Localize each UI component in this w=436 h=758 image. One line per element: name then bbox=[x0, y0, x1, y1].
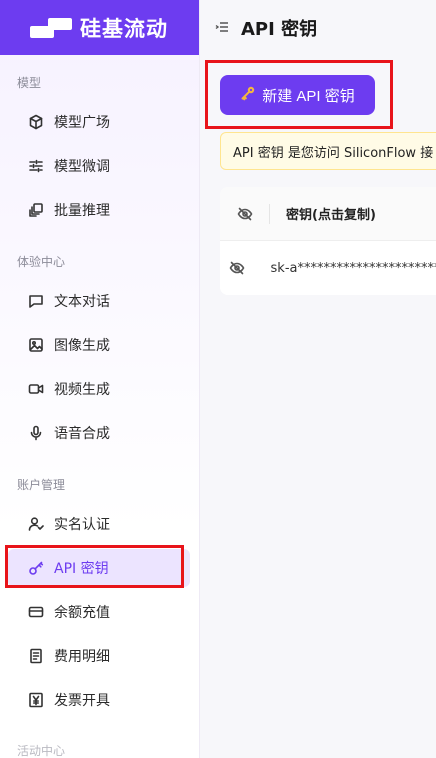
api-keys-table: 密钥(点击复制) sk-a************************* bbox=[220, 187, 436, 295]
topbar: API 密钥 bbox=[200, 0, 436, 55]
video-icon bbox=[27, 380, 45, 398]
doc-icon bbox=[27, 647, 45, 665]
section-title-experience: 体验中心 bbox=[17, 255, 66, 269]
yen-icon bbox=[27, 691, 45, 709]
sidebar-item-label: 费用明细 bbox=[54, 649, 110, 665]
sidebar-item-label: 模型广场 bbox=[54, 115, 110, 131]
sidebar-item-label: 文本对话 bbox=[54, 294, 110, 310]
sliders-icon bbox=[27, 157, 45, 175]
sidebar-item-speech-synthesis[interactable]: 语音合成 bbox=[8, 414, 190, 452]
section-title-activity: 活动中心 bbox=[17, 744, 66, 758]
api-key-value[interactable]: sk-a************************* bbox=[255, 261, 436, 276]
table-header: 密钥(点击复制) bbox=[220, 187, 436, 241]
image-icon bbox=[27, 336, 45, 354]
section-title-models: 模型 bbox=[17, 76, 42, 90]
sidebar-item-label: API 密钥 bbox=[54, 561, 109, 577]
sidebar-item-recharge[interactable]: 余额充值 bbox=[8, 593, 190, 631]
sidebar-item-identity-verification[interactable]: 实名认证 bbox=[8, 505, 190, 543]
sidebar-item-text-chat[interactable]: 文本对话 bbox=[8, 282, 190, 320]
sidebar-item-billing[interactable]: 费用明细 bbox=[8, 637, 190, 675]
new-api-key-button[interactable]: 新建 API 密钥 bbox=[220, 75, 375, 115]
cube-icon bbox=[27, 113, 45, 131]
sidebar-item-label: 实名认证 bbox=[54, 517, 110, 533]
sidebar-item-model-square[interactable]: 模型广场 bbox=[8, 103, 190, 141]
info-notice: API 密钥 是您访问 SiliconFlow 接 bbox=[220, 132, 436, 170]
card-icon bbox=[27, 603, 45, 621]
key-icon bbox=[27, 559, 45, 577]
sidebar-item-api-keys[interactable]: API 密钥 bbox=[8, 549, 190, 587]
section-title-account: 账户管理 bbox=[17, 478, 66, 492]
sidebar-item-label: 余额充值 bbox=[54, 605, 110, 621]
sidebar: 硅基流动 模型 模型广场 模型微调 批量推理 体验中心 文本对话 图像生成 视频… bbox=[0, 0, 200, 758]
sidebar-item-label: 视频生成 bbox=[54, 382, 110, 398]
sidebar-item-label: 语音合成 bbox=[54, 426, 110, 442]
sidebar-item-batch-inference[interactable]: 批量推理 bbox=[8, 191, 190, 229]
eye-off-icon bbox=[237, 207, 253, 220]
sidebar-item-fine-tune[interactable]: 模型微调 bbox=[8, 147, 190, 185]
table-row: sk-a************************* bbox=[220, 241, 436, 295]
logo-icon bbox=[30, 17, 72, 38]
collapse-sidebar-icon[interactable] bbox=[215, 20, 231, 36]
column-header-key: 密钥(点击复制) bbox=[286, 208, 376, 223]
layers-icon bbox=[27, 201, 45, 219]
toggle-visibility-all[interactable] bbox=[220, 187, 270, 240]
sidebar-item-label: 发票开具 bbox=[54, 693, 110, 709]
user-check-icon bbox=[27, 515, 45, 533]
sidebar-item-label: 批量推理 bbox=[54, 203, 110, 219]
main-content: API 密钥 新建 API 密钥 API 密钥 是您访问 SiliconFlow… bbox=[200, 0, 436, 758]
new-api-key-label: 新建 API 密钥 bbox=[262, 87, 355, 105]
brand-header[interactable]: 硅基流动 bbox=[0, 0, 199, 55]
sidebar-item-invoice[interactable]: 发票开具 bbox=[8, 681, 190, 719]
eye-off-icon bbox=[229, 261, 245, 275]
brand-name: 硅基流动 bbox=[80, 16, 168, 41]
chat-icon bbox=[27, 292, 45, 310]
sidebar-item-image-gen[interactable]: 图像生成 bbox=[8, 326, 190, 364]
mic-icon bbox=[27, 424, 45, 442]
sidebar-item-video-gen[interactable]: 视频生成 bbox=[8, 370, 190, 408]
toggle-visibility-row[interactable] bbox=[220, 241, 255, 295]
sidebar-item-label: 图像生成 bbox=[54, 338, 110, 354]
notice-text: API 密钥 是您访问 SiliconFlow 接 bbox=[233, 145, 434, 161]
key-icon bbox=[240, 85, 256, 105]
page-title: API 密钥 bbox=[241, 18, 318, 40]
sidebar-item-label: 模型微调 bbox=[54, 159, 110, 175]
